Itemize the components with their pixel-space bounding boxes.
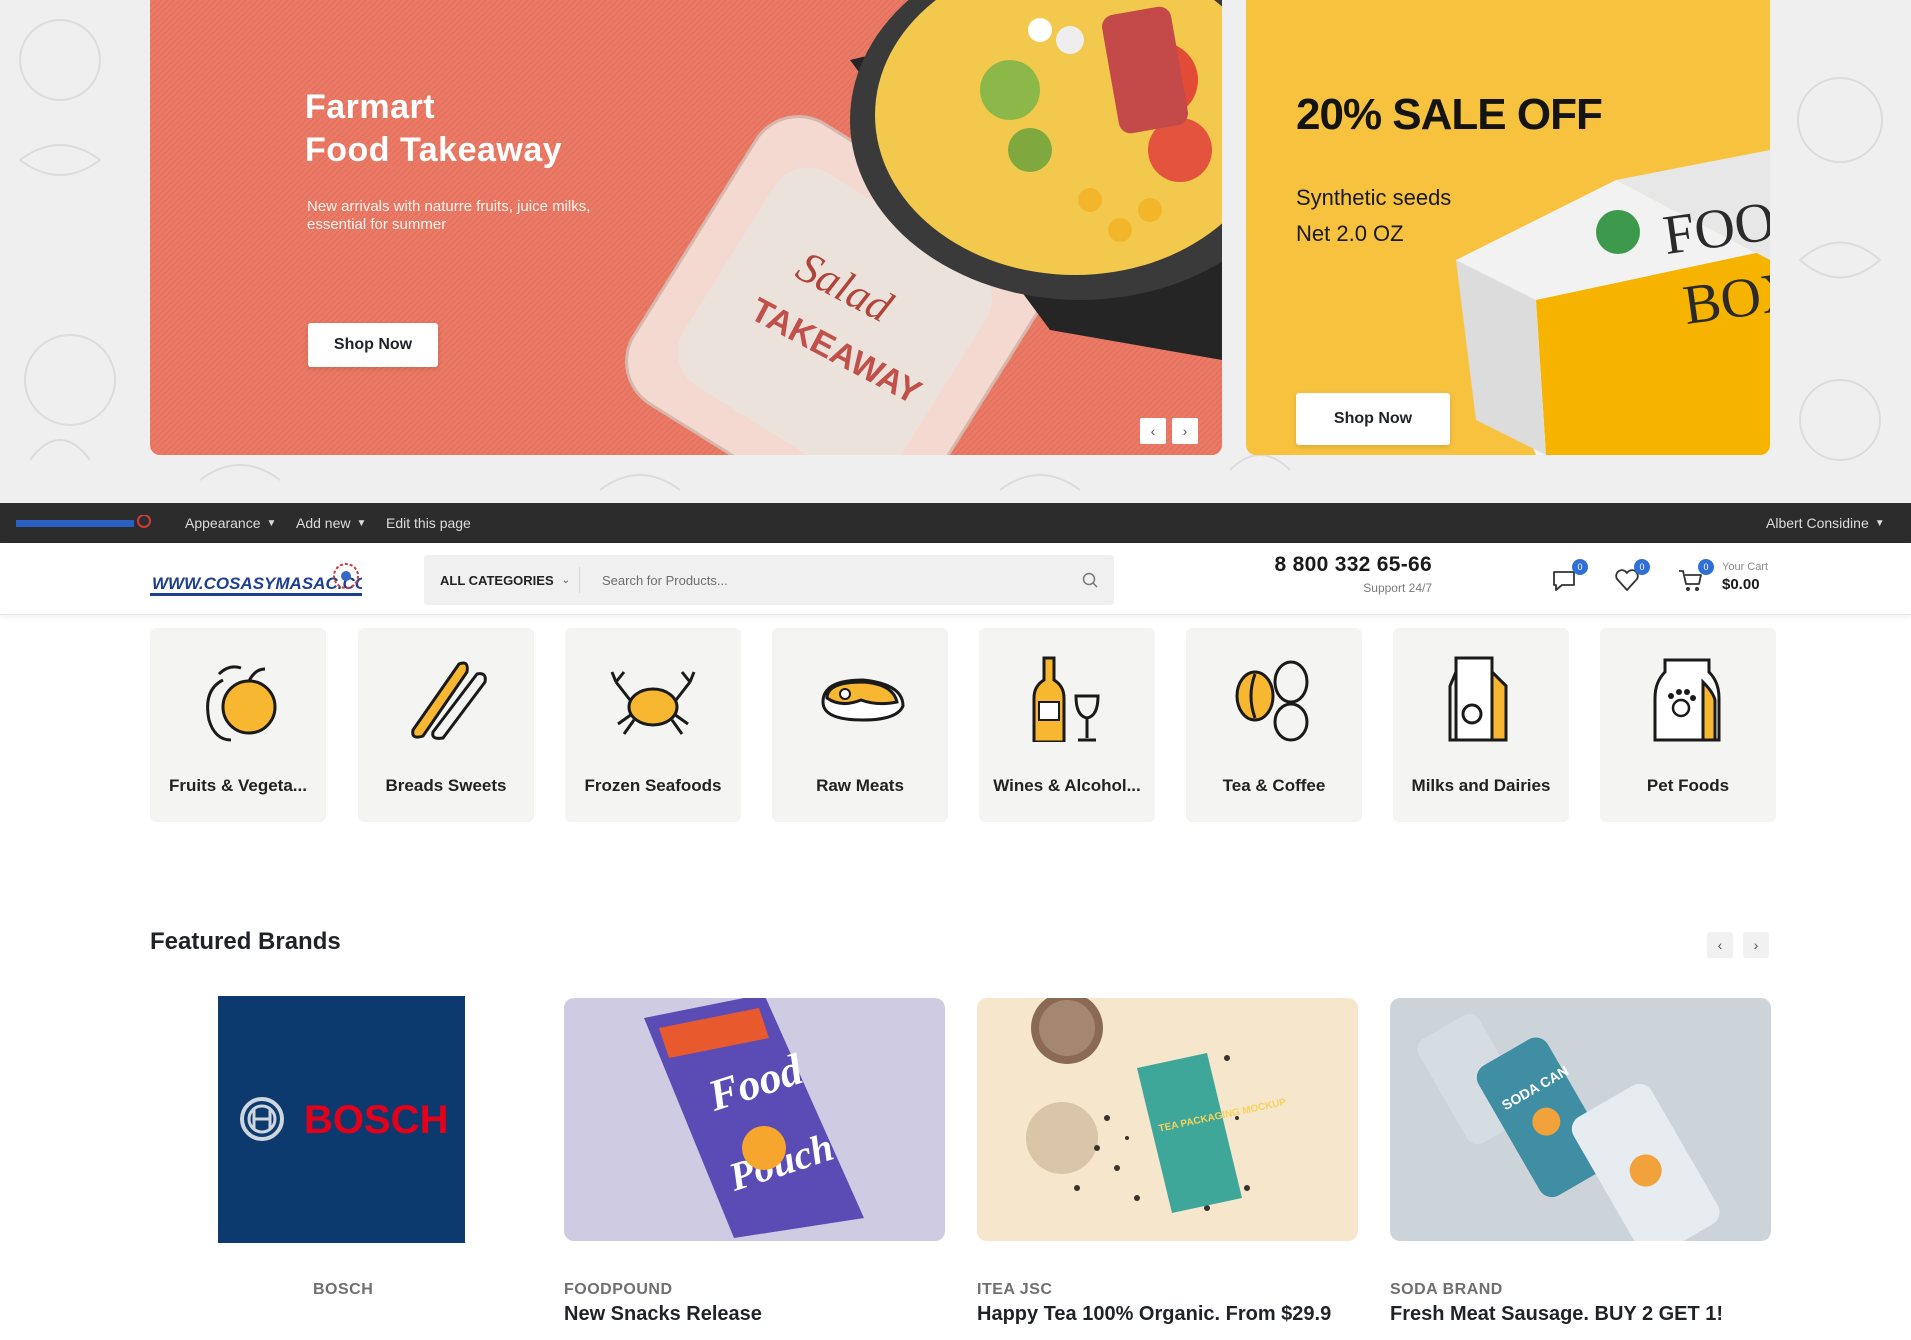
category-select-value: ALL CATEGORIES bbox=[440, 572, 554, 588]
brand-name-foodpound[interactable]: FOODPOUND bbox=[564, 1281, 673, 1299]
admin-site-logo[interactable] bbox=[16, 515, 152, 531]
site-header: WWW.COSASYMASAC.COM ALL CATEGORIES ⌄ 8 8… bbox=[0, 543, 1911, 615]
admin-appearance-label: Appearance bbox=[185, 515, 261, 531]
brand-logo-bosch[interactable]: BOSCH bbox=[218, 996, 465, 1243]
chevron-down-icon: ⌄ bbox=[561, 574, 571, 586]
brand-tagline-itea[interactable]: Happy Tea 100% Organic. From $29.9 bbox=[977, 1303, 1331, 1326]
category-card-wines[interactable]: Wines & Alcohol... bbox=[979, 628, 1155, 822]
brand-name-soda[interactable]: SODA BRAND bbox=[1390, 1281, 1503, 1299]
admin-user-name: Albert Considine bbox=[1766, 515, 1869, 531]
brands-slider-controls: ‹ › bbox=[1707, 932, 1769, 958]
product-search-bar: ALL CATEGORIES ⌄ bbox=[424, 555, 1114, 605]
brand-name-itea[interactable]: ITEA JSC bbox=[977, 1281, 1052, 1299]
fruit-icon bbox=[206, 665, 277, 742]
caret-down-icon: ▼ bbox=[356, 517, 367, 529]
hero-banner-main[interactable]: Salad TAKEAWAY Farmart Food Takeaway New… bbox=[150, 0, 1222, 455]
milk-carton-icon bbox=[1448, 656, 1508, 742]
cart-count-badge: 0 bbox=[1698, 559, 1714, 575]
hero-main-shop-button[interactable]: Shop Now bbox=[308, 323, 438, 367]
category-card-pet-foods[interactable]: Pet Foods bbox=[1600, 628, 1776, 822]
category-label: Pet Foods bbox=[1646, 776, 1730, 795]
category-label: Tea & Coffee bbox=[1222, 776, 1326, 795]
wishlist-button[interactable]: 0 bbox=[1612, 559, 1650, 595]
category-label: Milks and Dairies bbox=[1411, 776, 1551, 795]
hero-main-title: Farmart Food Takeaway bbox=[305, 86, 665, 172]
slider-next-button[interactable]: › bbox=[1172, 418, 1198, 444]
category-label: Frozen Seafoods bbox=[584, 776, 722, 795]
cart-button[interactable]: 0 bbox=[1676, 559, 1714, 595]
brand-image-soda[interactable]: SODA CAN bbox=[1390, 998, 1771, 1241]
brands-prev-button[interactable]: ‹ bbox=[1707, 932, 1733, 958]
support-hours: Support 24/7 bbox=[1363, 581, 1432, 595]
soda-cans-image: SODA CAN bbox=[1417, 1014, 1720, 1241]
cart-label: Your Cart bbox=[1722, 561, 1769, 573]
hero-side-subtitle: Synthetic seeds Net 2.0 OZ bbox=[1296, 180, 1556, 252]
featured-brands-title: Featured Brands bbox=[150, 928, 341, 955]
brand-image-foodpound[interactable]: Food Pouch bbox=[564, 998, 945, 1241]
crab-icon bbox=[610, 671, 696, 735]
steak-icon bbox=[821, 678, 905, 722]
category-label: Breads Sweets bbox=[385, 776, 507, 795]
category-card-meats[interactable]: Raw Meats bbox=[772, 628, 948, 822]
search-input[interactable] bbox=[580, 555, 1066, 605]
site-logo-graphic: WWW.COSASYMASAC.COM bbox=[150, 563, 383, 596]
bread-icon bbox=[411, 661, 487, 740]
compare-button[interactable]: 0 bbox=[1550, 559, 1588, 595]
hero-side-subtitle-line2: Net 2.0 OZ bbox=[1296, 221, 1404, 246]
category-card-fruits[interactable]: Fruits & Vegeta... bbox=[150, 628, 326, 822]
category-card-seafoods[interactable]: Frozen Seafoods bbox=[565, 628, 741, 822]
coffee-beans-icon bbox=[1235, 660, 1309, 742]
tea-package-image: TEA PACKAGING MOCKUP bbox=[1026, 998, 1287, 1213]
brand-image-itea[interactable]: TEA PACKAGING MOCKUP bbox=[977, 998, 1358, 1241]
hero-side-title: 20% SALE OFF bbox=[1296, 90, 1603, 139]
cart-total: $0.00 bbox=[1722, 576, 1760, 593]
hero-main-subtitle: New arrivals with naturre fruits, juice … bbox=[307, 198, 591, 233]
hero-side-subtitle-line1: Synthetic seeds bbox=[1296, 185, 1452, 210]
food-pouch-image: Food Pouch bbox=[644, 998, 864, 1238]
caret-down-icon: ▼ bbox=[1874, 517, 1885, 529]
admin-edit-page-link[interactable]: Edit this page bbox=[386, 503, 471, 543]
brand-name-bosch[interactable]: BOSCH bbox=[313, 1281, 373, 1299]
category-label: Fruits & Vegeta... bbox=[169, 776, 307, 795]
caret-down-icon: ▼ bbox=[266, 517, 277, 529]
hero-banner-side[interactable]: FOOD BOX 20% SALE OFF Synthetic seeds Ne… bbox=[1246, 0, 1770, 455]
category-card-milks[interactable]: Milks and Dairies bbox=[1393, 628, 1569, 822]
bosch-logo: BOSCH bbox=[240, 1097, 448, 1142]
category-card-tea-coffee[interactable]: Tea & Coffee bbox=[1186, 628, 1362, 822]
brands-next-button[interactable]: › bbox=[1743, 932, 1769, 958]
search-icon bbox=[1082, 572, 1098, 588]
slider-prev-button[interactable]: ‹ bbox=[1140, 418, 1166, 444]
hero-section: Salad TAKEAWAY Farmart Food Takeaway New… bbox=[0, 0, 1911, 503]
hero-main-title-line2: Food Takeaway bbox=[305, 131, 563, 169]
admin-edit-page-label: Edit this page bbox=[386, 515, 471, 531]
compare-count-badge: 0 bbox=[1572, 559, 1588, 575]
site-logo-text: WWW.COSASYMASAC.COM bbox=[152, 574, 362, 593]
admin-add-new-menu[interactable]: Add new ▼ bbox=[296, 503, 366, 543]
category-card-breads[interactable]: Breads Sweets bbox=[358, 628, 534, 822]
brand-tagline-soda[interactable]: Fresh Meat Sausage. BUY 2 GET 1! bbox=[1390, 1303, 1723, 1326]
admin-user-menu[interactable]: Albert Considine ▼ bbox=[1766, 503, 1885, 543]
search-button[interactable] bbox=[1066, 555, 1114, 605]
hero-side-shop-button[interactable]: Shop Now bbox=[1296, 393, 1450, 445]
brand-tagline-foodpound[interactable]: New Snacks Release bbox=[564, 1303, 762, 1326]
wine-icon bbox=[1032, 656, 1100, 742]
admin-toolbar: Appearance ▼ Add new ▼ Edit this page Al… bbox=[0, 503, 1911, 543]
pet-food-bag-icon bbox=[1653, 658, 1721, 742]
cart-summary[interactable]: Your Cart $0.00 bbox=[1722, 561, 1768, 593]
category-select[interactable]: ALL CATEGORIES ⌄ bbox=[424, 567, 580, 593]
phone-number[interactable]: 8 800 332 65-66 bbox=[1210, 553, 1432, 577]
admin-add-new-label: Add new bbox=[296, 515, 351, 531]
hero-slider-controls: ‹ › bbox=[1140, 418, 1198, 444]
support-phone: 8 800 332 65-66 Support 24/7 bbox=[1210, 553, 1432, 595]
bosch-logo-text: BOSCH bbox=[304, 1098, 448, 1142]
hero-main-title-line1: Farmart bbox=[305, 88, 436, 126]
site-logo[interactable]: WWW.COSASYMASAC.COM bbox=[150, 559, 383, 603]
admin-appearance-menu[interactable]: Appearance ▼ bbox=[185, 503, 276, 543]
site-logo-icon bbox=[16, 515, 151, 528]
wishlist-count-badge: 0 bbox=[1634, 559, 1650, 575]
category-label: Wines & Alcohol... bbox=[993, 776, 1141, 795]
category-label: Raw Meats bbox=[816, 776, 904, 795]
